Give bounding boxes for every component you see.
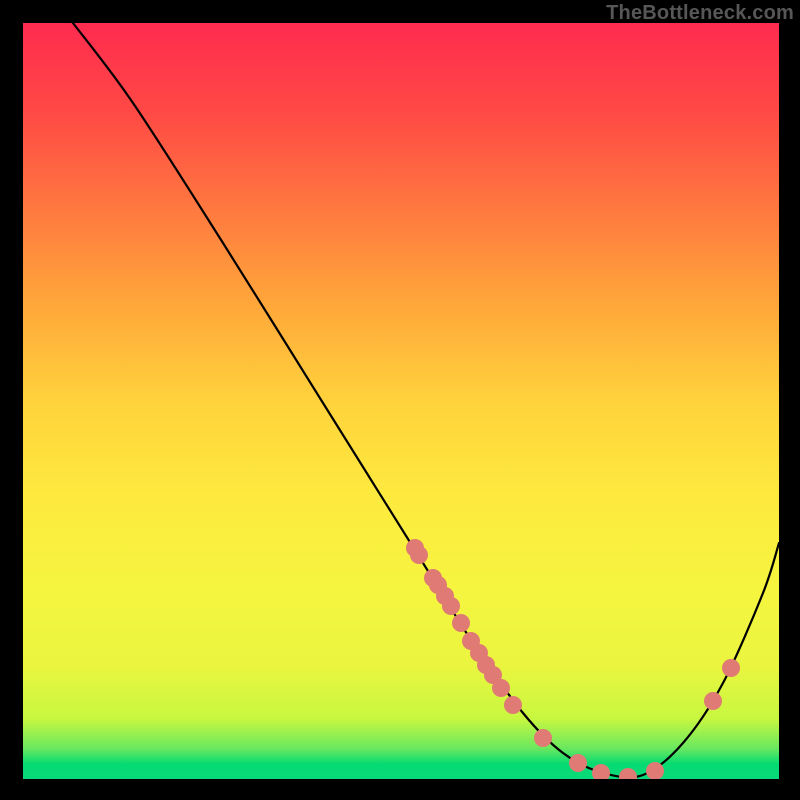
curve-marker [452, 614, 470, 632]
chart-container: TheBottleneck.com [0, 0, 800, 800]
curve-marker [410, 546, 428, 564]
curve-marker [442, 597, 460, 615]
curve-marker [704, 692, 722, 710]
curve-marker [619, 768, 637, 779]
curve-marker [592, 764, 610, 779]
bottleneck-curve [73, 23, 779, 777]
curve-marker [569, 754, 587, 772]
plot-area [23, 23, 779, 779]
curve-marker [722, 659, 740, 677]
curve-marker [534, 729, 552, 747]
watermark-text: TheBottleneck.com [606, 2, 794, 25]
curve-markers [406, 539, 740, 779]
chart-svg [23, 23, 779, 779]
curve-marker [492, 679, 510, 697]
curve-marker [504, 696, 522, 714]
